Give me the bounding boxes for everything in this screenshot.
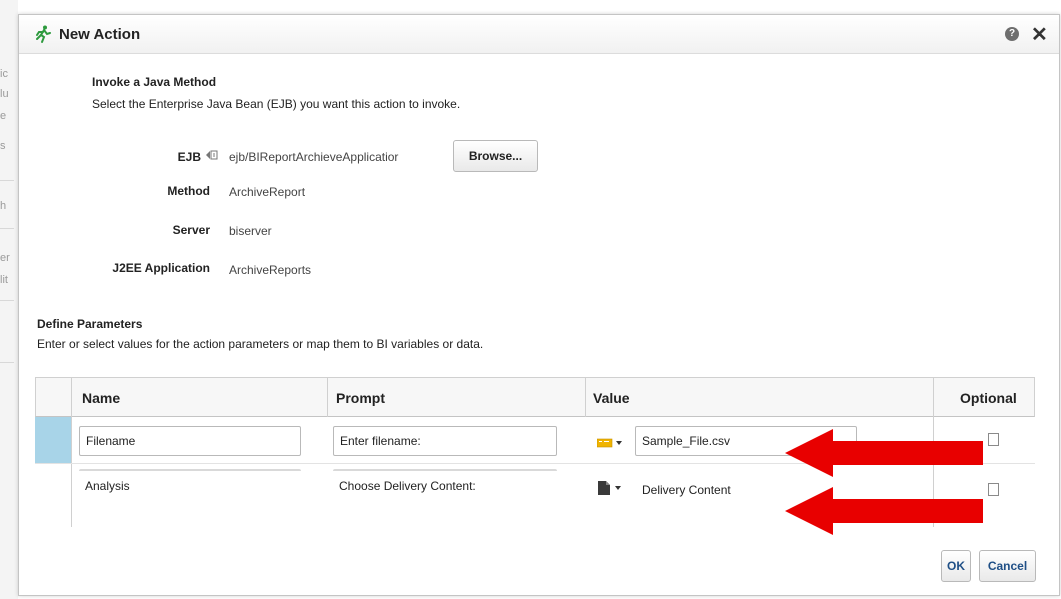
background-page-edge: ic lu e s h er lit — [0, 0, 18, 599]
parameter-prompt-input[interactable]: Enter filename: — [333, 426, 557, 456]
server-value: biserver — [229, 224, 272, 238]
parameter-name-input[interactable]: Analysis — [79, 469, 301, 505]
background-text: s — [0, 140, 6, 152]
close-icon[interactable]: ✕ — [1031, 22, 1048, 47]
column-header-value[interactable]: Value — [593, 378, 630, 418]
text-value-type-icon[interactable] — [597, 438, 625, 448]
cancel-button[interactable]: Cancel — [979, 550, 1036, 582]
run-action-icon — [36, 25, 51, 43]
column-header-name[interactable]: Name — [82, 378, 120, 418]
background-text: e — [0, 110, 7, 122]
ejb-info-icon[interactable] — [206, 149, 218, 161]
parameters-table: Name Prompt Value Optional Filename Ente… — [35, 377, 1035, 535]
optional-checkbox[interactable] — [988, 433, 999, 446]
ejb-value: ejb/BIReportArchieveApplicatior — [229, 150, 399, 164]
parameter-value-text[interactable]: Delivery Content — [642, 483, 731, 497]
method-value: ArchiveReport — [229, 185, 306, 199]
table-header: Name Prompt Value Optional — [35, 377, 1035, 417]
background-text: h — [0, 200, 7, 212]
annotation-arrow — [785, 429, 983, 477]
invoke-heading: Invoke a Java Method — [92, 75, 217, 89]
dialog-title: New Action — [59, 26, 141, 43]
parameter-prompt-input[interactable]: Choose Delivery Content: — [333, 469, 557, 505]
server-label: Server — [172, 223, 210, 237]
annotation-arrow — [785, 487, 983, 535]
row-selection-indicator — [35, 417, 71, 463]
method-label: Method — [167, 184, 210, 198]
optional-checkbox[interactable] — [988, 483, 999, 496]
dialog-titlebar[interactable]: New Action ? ✕ — [19, 15, 1059, 54]
new-action-dialog: New Action ? ✕ Invoke a Java Method Sele… — [18, 14, 1060, 596]
background-text: lit — [0, 274, 8, 286]
background-text: lu — [0, 88, 9, 100]
parameters-heading: Define Parameters — [37, 317, 143, 331]
ejb-label: EJB — [177, 150, 201, 164]
ok-button[interactable]: OK — [941, 550, 971, 582]
j2ee-application-label: J2EE Application — [112, 261, 210, 275]
background-text: ic — [0, 68, 8, 80]
document-value-type-icon[interactable] — [597, 481, 625, 495]
column-header-optional[interactable]: Optional — [960, 378, 1017, 418]
browse-button[interactable]: Browse... — [453, 140, 538, 172]
j2ee-application-value: ArchiveReports — [229, 263, 312, 277]
background-text: er — [0, 252, 10, 264]
help-icon[interactable]: ? — [1005, 27, 1019, 41]
invoke-description: Select the Enterprise Java Bean (EJB) yo… — [92, 97, 461, 111]
parameters-description: Enter or select values for the action pa… — [37, 337, 484, 351]
parameter-name-input[interactable]: Filename — [79, 426, 301, 456]
column-header-prompt[interactable]: Prompt — [336, 378, 385, 418]
